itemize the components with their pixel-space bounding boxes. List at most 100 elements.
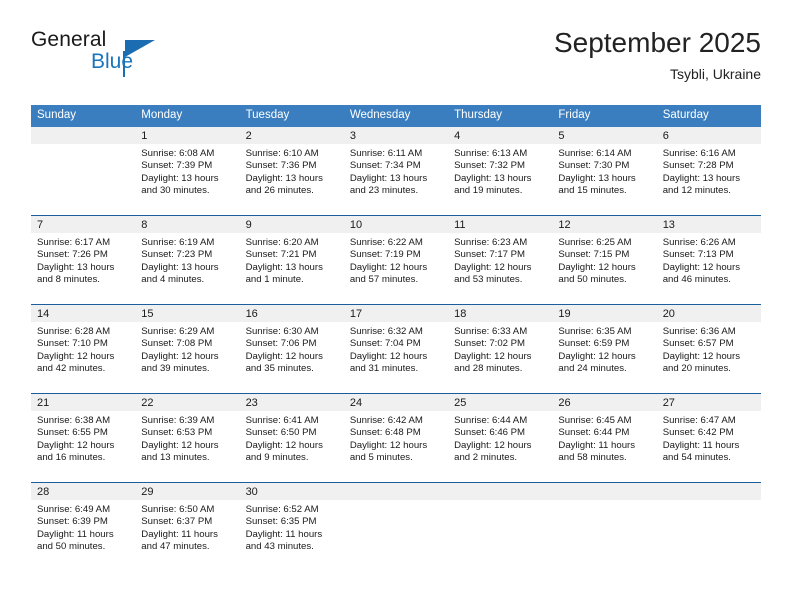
- calendar-day-cell[interactable]: 9 Sunrise: 6:20 AM Sunset: 7:21 PM Daylight…: [239, 216, 344, 304]
- calendar-day-cell[interactable]: 25 Sunrise: 6:44 AM Sunset: 6:46 PM Dayligh…: [448, 394, 553, 482]
- calendar-day-cell[interactable]: 20 Sunrise: 6:36 AM Sunset: 6:57 PM Dayligh…: [656, 305, 761, 393]
- calendar-day-cell[interactable]: 1 Sunrise: 6:08 AM Sunset: 7:39 PM Daylight…: [135, 127, 240, 215]
- daylight-text-line2: and 5 minutes.: [349, 452, 413, 464]
- day-number: 19: [552, 305, 657, 322]
- day-number: 11: [448, 216, 553, 233]
- calendar-day-cell[interactable]: 22 Sunrise: 6:39 AM Sunset: 6:53 PM Dayligh…: [135, 394, 240, 482]
- calendar-day-cell-empty: [552, 483, 657, 571]
- day-number: [343, 483, 449, 500]
- calendar-week-row: 14 Sunrise: 6:28 AM Sunset: 7:10 PM Dayligh…: [31, 304, 761, 393]
- daylight-text-line1: Daylight: 12 hours: [349, 350, 428, 362]
- sunrise-text: Sunrise: 6:47 AM: [662, 415, 736, 426]
- page-title: September 2025: [553, 27, 761, 58]
- calendar-day-cell[interactable]: 23 Sunrise: 6:41 AM Sunset: 6:50 PM Dayligh…: [239, 394, 344, 482]
- sunrise-text: Sunrise: 6:39 AM: [141, 415, 215, 426]
- calendar-day-cell[interactable]: 13 Sunrise: 6:26 AM Sunset: 7:13 PM Dayligh…: [656, 216, 761, 304]
- sunrise-text: Sunrise: 6:38 AM: [37, 415, 111, 426]
- daylight-text-line2: and 57 minutes.: [349, 274, 419, 286]
- day-details: Sunrise: 6:14 AM Sunset: 7:30 PM Daylight:…: [552, 144, 656, 198]
- sunrise-text: Sunrise: 6:36 AM: [662, 326, 736, 337]
- daylight-text-line1: Daylight: 12 hours: [454, 350, 532, 362]
- calendar-day-cell[interactable]: 18 Sunrise: 6:33 AM Sunset: 7:02 PM Dayligh…: [448, 305, 553, 393]
- calendar-week-row: 7 Sunrise: 6:17 AM Sunset: 7:26 PM Daylight…: [31, 215, 761, 304]
- weekday-header-sunday: Sunday: [37, 109, 77, 121]
- weekday-header-thursday: Thursday: [454, 109, 503, 121]
- calendar-day-cell[interactable]: 17 Sunrise: 6:32 AM Sunset: 7:04 PM Dayligh…: [343, 305, 449, 393]
- calendar-day-cell[interactable]: 8 Sunrise: 6:19 AM Sunset: 7:23 PM Daylight…: [135, 216, 240, 304]
- calendar-day-cell[interactable]: 5 Sunrise: 6:14 AM Sunset: 7:30 PM Daylight…: [552, 127, 657, 215]
- calendar-day-cell[interactable]: 6 Sunrise: 6:16 AM Sunset: 7:28 PM Daylight…: [656, 127, 761, 215]
- calendar-day-cell[interactable]: 28 Sunrise: 6:49 AM Sunset: 6:39 PM Dayligh…: [31, 483, 136, 571]
- daylight-text-line1: Daylight: 13 hours: [141, 172, 219, 184]
- day-details: Sunrise: 6:38 AM Sunset: 6:55 PM Daylight:…: [31, 411, 135, 465]
- day-number: 28: [31, 483, 136, 500]
- calendar-day-cell[interactable]: 2 Sunrise: 6:10 AM Sunset: 7:36 PM Daylight…: [239, 127, 344, 215]
- day-number: 27: [656, 394, 761, 411]
- calendar-page: General Blue September 2025 Tsybli, Ukra…: [0, 0, 792, 612]
- calendar-week-row: 21 Sunrise: 6:38 AM Sunset: 6:55 PM Dayligh…: [31, 393, 761, 482]
- calendar-day-cell[interactable]: 19 Sunrise: 6:35 AM Sunset: 6:59 PM Dayligh…: [552, 305, 657, 393]
- daylight-text-line2: and 12 minutes.: [662, 185, 731, 197]
- sunset-text: Sunset: 6:48 PM: [349, 427, 421, 439]
- daylight-text-line2: and 19 minutes.: [454, 185, 523, 197]
- day-number: 16: [239, 305, 344, 322]
- sunset-text: Sunset: 7:39 PM: [141, 160, 213, 172]
- calendar-day-cell[interactable]: 14 Sunrise: 6:28 AM Sunset: 7:10 PM Dayligh…: [31, 305, 136, 393]
- calendar-day-cell[interactable]: 15 Sunrise: 6:29 AM Sunset: 7:08 PM Dayligh…: [135, 305, 240, 393]
- calendar-day-cell[interactable]: 21 Sunrise: 6:38 AM Sunset: 6:55 PM Dayligh…: [31, 394, 136, 482]
- daylight-text-line2: and 43 minutes.: [245, 541, 314, 553]
- calendar-day-cell[interactable]: 24 Sunrise: 6:42 AM Sunset: 6:48 PM Dayligh…: [343, 394, 449, 482]
- daylight-text-line2: and 23 minutes.: [349, 185, 419, 197]
- calendar-day-cell[interactable]: 10 Sunrise: 6:22 AM Sunset: 7:19 PM Dayligh…: [343, 216, 449, 304]
- day-details: Sunrise: 6:49 AM Sunset: 6:39 PM Daylight:…: [31, 500, 135, 554]
- calendar-day-cell[interactable]: 4 Sunrise: 6:13 AM Sunset: 7:32 PM Daylight…: [448, 127, 553, 215]
- sunset-text: Sunset: 6:37 PM: [141, 516, 213, 528]
- day-details: Sunrise: 6:52 AM Sunset: 6:35 PM Daylight:…: [240, 500, 344, 554]
- sunrise-text: Sunrise: 6:10 AM: [245, 148, 319, 159]
- calendar-weeks: 1 Sunrise: 6:08 AM Sunset: 7:39 PM Daylight…: [31, 127, 761, 571]
- day-details: Sunrise: 6:30 AM Sunset: 7:06 PM Daylight:…: [240, 322, 344, 376]
- calendar-day-cell[interactable]: 30 Sunrise: 6:52 AM Sunset: 6:35 PM Dayligh…: [239, 483, 344, 571]
- daylight-text-line1: Daylight: 11 hours: [662, 439, 740, 451]
- calendar-day-cell[interactable]: 7 Sunrise: 6:17 AM Sunset: 7:26 PM Daylight…: [31, 216, 136, 304]
- title-block: September 2025 Tsybli, Ukraine: [554, 26, 761, 84]
- sunset-text: Sunset: 7:23 PM: [141, 249, 213, 261]
- weekday-header-row: Sunday Monday Tuesday Wednesday Thursday Frid…: [31, 105, 761, 127]
- sunset-text: Sunset: 6:57 PM: [662, 338, 734, 350]
- sunset-text: Sunset: 7:10 PM: [37, 338, 108, 350]
- sunrise-text: Sunrise: 6:25 AM: [558, 237, 632, 248]
- calendar-day-cell[interactable]: 12 Sunrise: 6:25 AM Sunset: 7:15 PM Dayligh…: [552, 216, 657, 304]
- sunset-text: Sunset: 7:28 PM: [662, 160, 734, 172]
- sunset-text: Sunset: 7:19 PM: [349, 249, 421, 261]
- day-number: 14: [31, 305, 136, 322]
- sunset-text: Sunset: 7:30 PM: [558, 160, 630, 172]
- daylight-text-line1: Daylight: 13 hours: [662, 172, 741, 184]
- day-details: Sunrise: 6:28 AM Sunset: 7:10 PM Daylight:…: [31, 322, 135, 376]
- day-number: 6: [656, 127, 761, 144]
- day-number: 20: [656, 305, 761, 322]
- sunset-text: Sunset: 6:46 PM: [454, 427, 526, 439]
- calendar-day-cell[interactable]: 29 Sunrise: 6:50 AM Sunset: 6:37 PM Dayligh…: [135, 483, 240, 571]
- sunrise-text: Sunrise: 6:49 AM: [37, 504, 111, 515]
- daylight-text-line2: and 28 minutes.: [454, 363, 523, 375]
- calendar-week-row: 1 Sunrise: 6:08 AM Sunset: 7:39 PM Daylight…: [31, 127, 761, 215]
- daylight-text-line1: Daylight: 13 hours: [454, 172, 532, 184]
- day-details: Sunrise: 6:20 AM Sunset: 7:21 PM Daylight:…: [240, 233, 344, 287]
- sunset-text: Sunset: 7:34 PM: [349, 160, 421, 172]
- calendar-day-cell[interactable]: 11 Sunrise: 6:23 AM Sunset: 7:17 PM Dayligh…: [448, 216, 553, 304]
- sunset-text: Sunset: 7:04 PM: [349, 338, 421, 350]
- sunrise-text: Sunrise: 6:29 AM: [141, 326, 215, 337]
- weekday-header-wednesday: Wednesday: [349, 109, 411, 121]
- calendar-day-cell[interactable]: 27 Sunrise: 6:47 AM Sunset: 6:42 PM Dayligh…: [656, 394, 761, 482]
- calendar-day-cell[interactable]: 3 Sunrise: 6:11 AM Sunset: 7:34 PM Daylight…: [343, 127, 449, 215]
- calendar-day-cell[interactable]: 26 Sunrise: 6:45 AM Sunset: 6:44 PM Dayligh…: [552, 394, 657, 482]
- day-number: 17: [343, 305, 449, 322]
- day-number: 13: [656, 216, 761, 233]
- daylight-text-line1: Daylight: 12 hours: [349, 439, 428, 451]
- calendar-day-cell[interactable]: 16 Sunrise: 6:30 AM Sunset: 7:06 PM Dayligh…: [239, 305, 344, 393]
- daylight-text-line2: and 46 minutes.: [662, 274, 731, 286]
- sunrise-text: Sunrise: 6:50 AM: [141, 504, 215, 515]
- day-number: 26: [552, 394, 657, 411]
- daylight-text-line1: Daylight: 12 hours: [662, 261, 741, 273]
- sunset-text: Sunset: 7:26 PM: [37, 249, 108, 261]
